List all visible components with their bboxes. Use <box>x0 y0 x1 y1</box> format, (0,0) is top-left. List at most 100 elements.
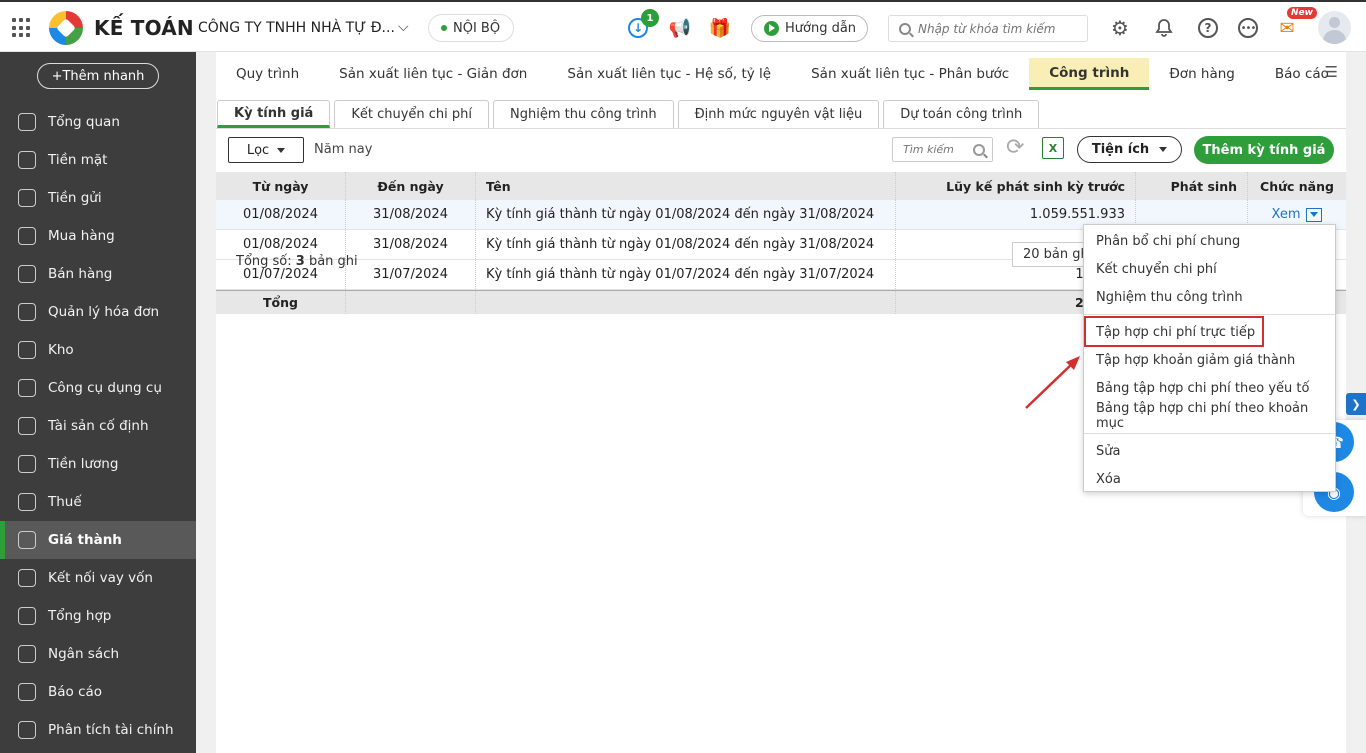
column-header: Phát sinh <box>1136 172 1248 200</box>
module-tab-5[interactable]: Đơn hàng <box>1149 58 1255 90</box>
gift-icon[interactable]: 🎁 <box>708 16 732 40</box>
global-search[interactable] <box>888 15 1088 42</box>
bell-icon[interactable] <box>1152 16 1176 40</box>
sidebar-item-label: Bán hàng <box>48 266 113 282</box>
module-tab-label: Công trình <box>1049 64 1130 81</box>
menu-item[interactable]: Kết chuyển chi phí <box>1084 255 1335 283</box>
sidebar-item-11[interactable]: Giá thành <box>0 521 196 559</box>
global-search-input[interactable] <box>918 21 1078 36</box>
tools-icon <box>18 379 36 397</box>
module-tab-0[interactable]: Quy trình <box>216 58 319 90</box>
sub-tab-0[interactable]: Kỳ tính giá <box>217 100 331 128</box>
module-tab-3[interactable]: Sản xuất liên tục - Phân bước <box>791 58 1029 90</box>
excel-export-icon[interactable]: X <box>1042 137 1064 159</box>
sidebar-item-6[interactable]: Kho <box>0 331 196 369</box>
sub-tabs: Kỳ tính giá Kết chuyển chi phí Nghiệm thu … <box>216 100 1040 128</box>
megaphone-icon[interactable]: 📢 <box>668 16 692 40</box>
total-empty <box>476 291 896 314</box>
sidebar-item-10[interactable]: Thuế <box>0 483 196 521</box>
view-link[interactable]: Xem <box>1272 207 1301 222</box>
menu-divider <box>1084 433 1335 434</box>
app-grid-icon[interactable] <box>12 18 32 38</box>
sidebar-item-5[interactable]: Quản lý hóa đơn <box>0 293 196 331</box>
quick-add-button[interactable]: +Thêm nhanh <box>37 63 159 89</box>
chevron-down-icon[interactable]: ⌵ <box>398 19 409 35</box>
top-bar: KẾ TOÁN CÔNG TY TNHH NHÀ TỰ Đ... ⌵ NỘI B… <box>0 0 1366 52</box>
avatar[interactable] <box>1318 11 1351 44</box>
module-tab-7[interactable]: Khác <box>1349 58 1366 90</box>
column-settings-icon[interactable]: ☰ <box>1325 63 1338 81</box>
menu-item[interactable]: Phân bổ chi phí chung <box>1084 227 1335 255</box>
car-icon <box>18 417 36 435</box>
tax-icon <box>18 493 36 511</box>
sidebar-item-7[interactable]: Công cụ dụng cụ <box>0 369 196 407</box>
company-name[interactable]: CÔNG TY TNHH NHÀ TỰ Đ... <box>198 20 395 36</box>
sidebar-item-label: Kết nối vay vốn <box>48 570 153 586</box>
record-count: Tổng số: 3 bản ghi <box>236 254 358 269</box>
filter-button[interactable]: Lọc <box>228 137 304 163</box>
module-tab-label: Sản xuất liên tục - Hệ số, tỷ lệ <box>567 66 772 82</box>
refresh-icon[interactable]: ⟳ <box>1006 136 1030 160</box>
expand-panel-icon[interactable]: ❯ <box>1346 393 1366 415</box>
utilities-button[interactable]: Tiện ích <box>1077 136 1182 163</box>
warehouse-icon <box>18 341 36 359</box>
row-action-menu: Phân bổ chi phí chung Kết chuyển chi phí N… <box>1083 224 1336 492</box>
toolbar: Lọc Năm nay ⟳ X Tiện ích Thêm kỳ tính gi… <box>216 128 1346 172</box>
total-empty <box>346 291 476 314</box>
module-tab-label: Quy trình <box>236 66 300 82</box>
gear-icon[interactable]: ⚙ <box>1108 16 1132 40</box>
table-header: Từ ngày Đến ngày Tên Lũy kế phát sinh kỳ tr… <box>216 172 1346 200</box>
sub-tab-2[interactable]: Nghiệm thu công trình <box>493 100 674 128</box>
filter-label: Lọc <box>246 142 270 158</box>
sidebar-item-9[interactable]: Tiền lương <box>0 445 196 483</box>
sidebar-item-3[interactable]: Mua hàng <box>0 217 196 255</box>
dropdown-caret-icon[interactable] <box>1306 207 1323 222</box>
sidebar-item-2[interactable]: Tiền gửi <box>0 179 196 217</box>
module-tab-2[interactable]: Sản xuất liên tục - Hệ số, tỷ lệ <box>547 58 791 90</box>
status-dot <box>441 25 447 31</box>
sidebar-item-label: Kho <box>48 342 74 358</box>
menu-item[interactable]: Sửa <box>1084 437 1335 465</box>
sub-tab-4[interactable]: Dự toán công trình <box>883 100 1040 128</box>
count-suffix: bản ghi <box>304 254 358 269</box>
module-tab-1[interactable]: Sản xuất liên tục - Giản đơn <box>319 58 547 90</box>
table-search-input[interactable] <box>903 143 967 156</box>
caret-down-icon <box>1159 147 1168 152</box>
sidebar-item-15[interactable]: Báo cáo <box>0 673 196 711</box>
help-icon[interactable]: ? <box>1196 16 1220 40</box>
cell-to: 31/07/2024 <box>346 260 476 289</box>
sub-tab-3[interactable]: Định mức nguyên vật liệu <box>677 100 880 128</box>
sidebar-item-13[interactable]: Tổng hợp <box>0 597 196 635</box>
menu-item[interactable]: Bảng tập hợp chi phí theo khoản mục <box>1084 401 1335 431</box>
sub-tab-1[interactable]: Kết chuyển chi phí <box>334 100 490 128</box>
mail-icon[interactable]: ✉ <box>1275 16 1299 40</box>
guide-button[interactable]: Hướng dẫn <box>751 15 868 42</box>
brand-name: KẾ TOÁN <box>94 16 194 40</box>
module-tab-4[interactable]: Công trình <box>1029 58 1150 90</box>
menu-item[interactable]: Tập hợp khoản giảm giá thành <box>1084 346 1335 374</box>
menu-item[interactable]: Bảng tập hợp chi phí theo yếu tố <box>1084 374 1335 402</box>
cell-from: 01/08/2024 <box>216 200 346 229</box>
cell-to: 31/08/2024 <box>346 230 476 259</box>
period-label: Năm nay <box>314 142 373 157</box>
sidebar-item-0[interactable]: Tổng quan <box>0 103 196 141</box>
sidebar-item-16[interactable]: Phân tích tài chính <box>0 711 196 749</box>
sidebar-item-4[interactable]: Bán hàng <box>0 255 196 293</box>
menu-item[interactable]: Nghiệm thu công trình <box>1084 283 1335 311</box>
sidebar-item-label: Công cụ dụng cụ <box>48 380 162 396</box>
scope-badge[interactable]: NỘI BỘ <box>428 14 515 42</box>
count-value: 3 <box>295 254 305 269</box>
sidebar-item-14[interactable]: Ngân sách <box>0 635 196 673</box>
menu-item[interactable]: Xóa <box>1084 465 1335 493</box>
add-costing-period-button[interactable]: Thêm kỳ tính giá <box>1194 136 1334 164</box>
search-icon <box>899 22 911 35</box>
column-header: Lũy kế phát sinh kỳ trước <box>896 172 1136 200</box>
table-search[interactable] <box>892 137 993 162</box>
chat-more-icon[interactable]: ••• <box>1236 16 1260 40</box>
module-tab-label: Sản xuất liên tục - Phân bước <box>811 66 1010 82</box>
sidebar-item-1[interactable]: Tiền mặt <box>0 141 196 179</box>
highlight-box <box>1084 316 1264 347</box>
sidebar-item-8[interactable]: Tài sản cố định <box>0 407 196 445</box>
sidebar-item-12[interactable]: Kết nối vay vốn <box>0 559 196 597</box>
menu-divider <box>1084 314 1335 315</box>
